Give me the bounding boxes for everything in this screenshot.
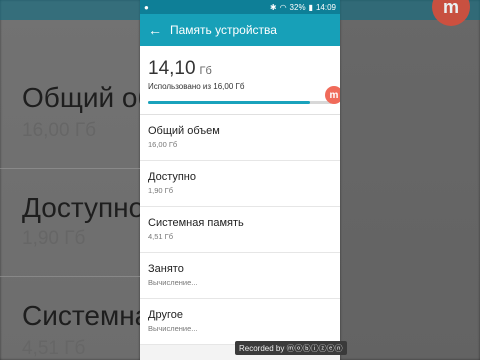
list-item-total[interactable]: Общий объем 16,00 Гб [140, 115, 340, 161]
list-item-title: Системная память [148, 217, 244, 229]
bg-left-value-2: 1,90 Гб [22, 228, 86, 249]
list-item-title: Занято [148, 263, 184, 275]
app-bar: ← Память устройства [140, 14, 340, 46]
list-item-value: Вычисление... [148, 278, 198, 287]
bg-left-value-3: 4,51 Гб [22, 338, 86, 359]
phone-screen: ● ✱ ◠ 32% ▮ 14:09 ← Память устройства 14… [140, 0, 340, 360]
bg-left-title-3: Системна [22, 300, 140, 331]
list-item-value: Вычисление... [148, 324, 198, 333]
notification-icon: ● [144, 2, 149, 12]
background-left-blur: Общий об 16,00 Гб Доступно 1,90 Гб Систе… [0, 0, 140, 360]
wifi-icon: ◠ [279, 2, 287, 12]
used-unit: Гб [199, 65, 212, 77]
list-item-available[interactable]: Доступно 1,90 Гб [140, 161, 340, 207]
bg-left-title-1: Общий об [22, 82, 140, 113]
bg-left-value-1: 16,00 Гб [22, 120, 96, 141]
background-right-blur: m [340, 0, 480, 360]
status-bar: ● ✱ ◠ 32% ▮ 14:09 [140, 0, 340, 14]
list-item-system[interactable]: Системная память 4,51 Гб [140, 207, 340, 253]
battery-percent: 32% [289, 2, 306, 12]
battery-icon: ▮ [308, 2, 313, 12]
list-item-title: Другое [148, 309, 183, 321]
list-item-title: Общий объем [148, 125, 220, 137]
recorded-by-watermark: Recorded by ⓜⓞⓑⓘⓩⓔⓝ [235, 341, 347, 355]
list-item-value: 16,00 Гб [148, 140, 178, 149]
mobizen-badge-icon[interactable]: m [325, 86, 340, 104]
storage-progress-bar [148, 101, 332, 104]
bg-left-title-2: Доступно [22, 192, 140, 223]
used-caption: Использовано из 16,00 Гб [148, 82, 245, 91]
bluetooth-icon: ✱ [269, 2, 277, 12]
storage-list: Общий объем 16,00 Гб Доступно 1,90 Гб Си… [140, 115, 340, 345]
storage-progress-fill [148, 101, 311, 104]
clock: 14:09 [315, 2, 336, 12]
list-item-value: 4,51 Гб [148, 232, 174, 241]
list-item-value: 1,90 Гб [148, 186, 174, 195]
list-item-title: Доступно [148, 171, 197, 183]
back-arrow-icon[interactable]: ← [148, 23, 164, 37]
page-title: Память устройства [170, 23, 277, 37]
storage-summary: 14,10 Гб Использовано из 16,00 Гб m [140, 46, 340, 115]
list-item-used[interactable]: Занято Вычисление... [140, 253, 340, 299]
list-item-other[interactable]: Другое Вычисление... [140, 299, 340, 345]
used-value: 14,10 [148, 58, 196, 79]
